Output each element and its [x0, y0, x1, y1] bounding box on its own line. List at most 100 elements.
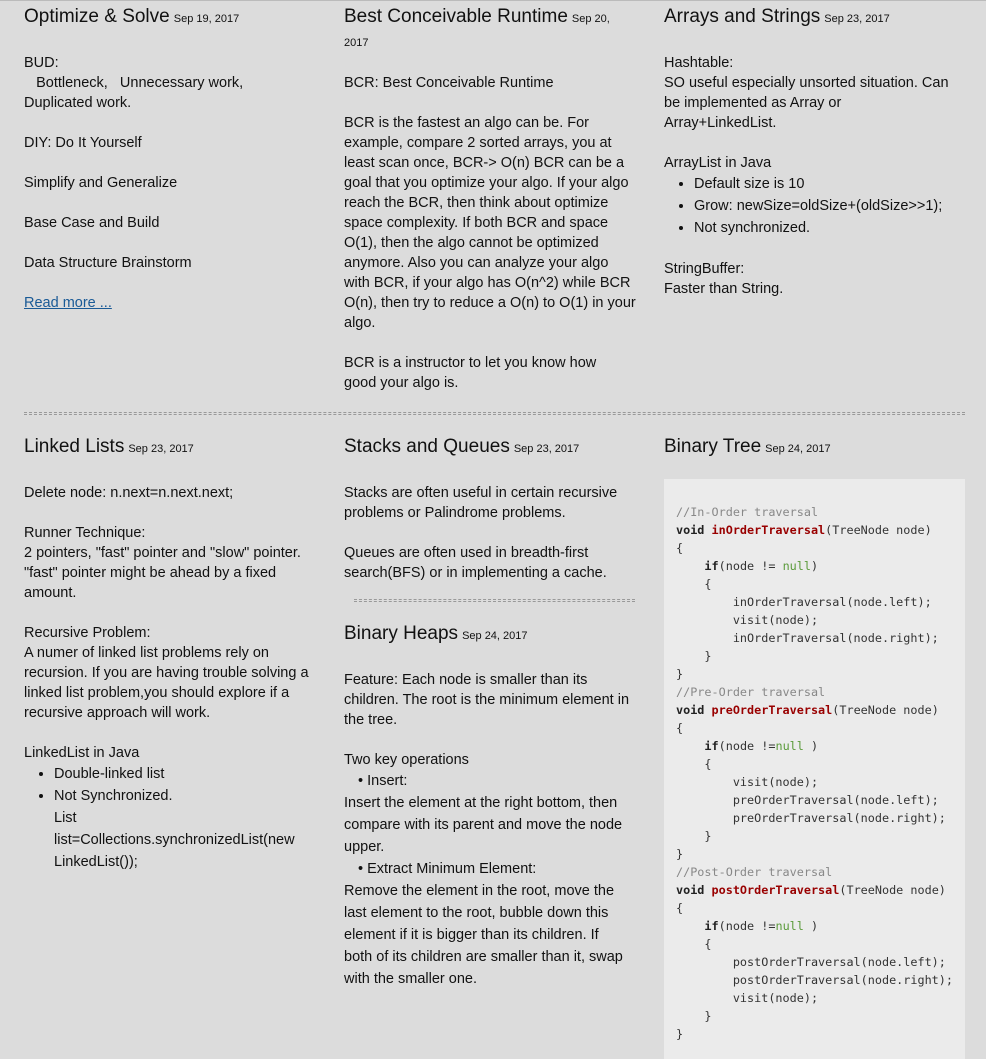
text-line: be implemented as Array or [664, 95, 842, 111]
code-line: postOrderTraversal(node.right); [676, 973, 953, 987]
text-line: anymore. Also you can analyze your algo [344, 255, 609, 271]
post-date: Sep 24, 2017 [765, 443, 831, 455]
post-bcr: Best Conceivable Runtime Sep 20, 2017 BCR… [344, 3, 644, 393]
text: Data Structure Brainstorm [24, 255, 192, 271]
code-line: { [676, 937, 712, 951]
post-title[interactable]: Best Conceivable Runtime Sep 20, [344, 3, 644, 33]
text: Bottleneck, Unnecessary work, [24, 75, 244, 91]
text: DIY: Do It Yourself [24, 135, 142, 151]
post-heaps: Binary Heaps Sep 24, 2017 Feature: Each n… [344, 620, 644, 990]
code-line: void postOrderTraversal(TreeNode node) [676, 883, 946, 897]
text: LinkedList in Java [24, 745, 140, 761]
text-line: children. The root is the minimum elemen… [344, 692, 630, 708]
text: ArrayList in Java [664, 155, 772, 171]
list-item: Not Synchronized. Listlist=Collections.s… [54, 785, 324, 873]
post-date: Sep 23, 2017 [513, 443, 580, 455]
code-line: visit(node); [676, 775, 819, 789]
paragraph: 2 pointers, "fast" pointer and "slow" po… [24, 543, 324, 603]
text-line: Remove the element in the root, move the [344, 883, 615, 899]
text: Faster than String. [664, 281, 784, 297]
post-stacks: Stacks and Queues Sep 23, 2017 Stacks are… [344, 433, 644, 583]
text-line: A numer of linked list problems rely on [24, 645, 269, 661]
paragraph: SO useful especially unsorted situation.… [664, 73, 974, 133]
post-binary-tree: Binary Tree Sep 24, 2017 [664, 433, 964, 463]
text: Recursive Problem: [24, 625, 151, 641]
code-line: if(node != null) [704, 559, 819, 573]
text-line: amount. [24, 585, 77, 601]
text-line: Insert the element at the right bottom, … [344, 795, 618, 811]
paragraph: BCR is the fastest an algo can be. For ex… [344, 113, 644, 333]
text-line: LinkedList()); [54, 854, 138, 870]
divider [354, 599, 635, 602]
post-title[interactable]: Linked Lists Sep 23, 2017 [24, 433, 324, 463]
text-line: "fast" pointer might be ahead by a fixed [24, 565, 277, 581]
paragraph: Stacks are often useful in certain recur… [344, 483, 644, 523]
text: Hashtable: [664, 55, 734, 71]
text-line: BCR is a instructor to let you know how [344, 355, 597, 371]
code-line: postOrderTraversal(node.left); [676, 955, 946, 969]
text-line: Queues are often used in breadth-first [344, 545, 589, 561]
text-line: least scan once, BCR-> O(n) BCR can be a [344, 155, 625, 171]
list-item: Double-linked list [54, 763, 324, 785]
text-line: upper. [344, 839, 385, 855]
text: Base Case and Build [24, 215, 160, 231]
bullet-list: Default size is 10Grow: newSize=oldSize+… [664, 173, 974, 239]
code-line: void inOrderTraversal(TreeNode node) [676, 523, 932, 537]
paragraph: Queues are often used in breadth-first se… [344, 543, 644, 583]
code-line: } [676, 1027, 684, 1041]
code-line: //Post-Order traversal [676, 865, 833, 879]
text-line: recursive approach will work. [24, 705, 211, 721]
paragraph: Feature: Each node is smaller than its ch… [344, 670, 644, 730]
text-line: BCR is the fastest an algo can be. For [344, 115, 590, 131]
list-item: Default size is 10 [694, 173, 974, 195]
post-title[interactable]: Binary Heaps Sep 24, 2017 [344, 620, 644, 650]
list-item: Grow: newSize=oldSize+(oldSize>>1); [694, 195, 974, 217]
post-linked-lists: Linked Lists Sep 23, 2017 Delete node: n.… [24, 433, 324, 873]
post-date: Sep 23, 2017 [128, 443, 194, 455]
post-date: Sep 20, [571, 13, 610, 25]
read-more-link[interactable]: Read more ... [24, 295, 112, 311]
text-line: Array+LinkedList. [664, 115, 777, 131]
post-title[interactable]: Optimize & Solve Sep 19, 2017 [24, 3, 324, 33]
text-line: 2 pointers, "fast" pointer and "slow" po… [24, 545, 301, 561]
divider [24, 412, 965, 415]
post-arrays: Arrays and Strings Sep 23, 2017 Hashtable… [664, 3, 974, 299]
list-item: • Insert: [358, 773, 408, 789]
code-line: //In-Order traversal [676, 505, 819, 519]
post-title[interactable]: Stacks and Queues Sep 23, 2017 [344, 433, 644, 463]
text: Duplicated work. [24, 95, 132, 111]
post-title[interactable]: Binary Tree Sep 24, 2017 [664, 433, 964, 463]
text-line: recursion. If you are having trouble sol… [24, 665, 309, 681]
text-line: problems or Palindrome problems. [344, 505, 566, 521]
list-item: • Extract Minimum Element: [358, 861, 537, 877]
code-note: List list=Collections.synchronizedList(ne… [54, 807, 324, 873]
text-line: Stacks are often useful in certain recur… [344, 485, 618, 501]
code-line: if(node !=null ) [704, 919, 819, 933]
text: StringBuffer: [664, 261, 745, 277]
text-line: the tree. [344, 712, 398, 728]
code-line: } [676, 1009, 712, 1023]
text-line: both of its children are smaller than it… [344, 949, 623, 965]
code-line: } [676, 847, 684, 861]
text: Simplify and Generalize [24, 175, 178, 191]
text: BUD: [24, 55, 59, 71]
text-line: space complexity. If both BCR and space [344, 215, 609, 231]
list-item: Not synchronized. [694, 217, 974, 239]
paragraph: BCR is a instructor to let you know how g… [344, 353, 644, 393]
code-line: { [676, 901, 684, 915]
code-block: //In-Order traversal void inOrderTraversa… [664, 479, 965, 1059]
bullet-list: • Extract Minimum Element: [344, 858, 644, 880]
post-title[interactable]: Arrays and Strings Sep 23, 2017 [664, 3, 974, 33]
text-line: element if it is bigger than its childre… [344, 927, 599, 943]
bullet-list: Double-linked list Not Synchronized. Lis… [24, 763, 324, 873]
text-line: reach the BCR, then think about optimize [344, 195, 609, 211]
text-line: O(1), then the algo cannot be optimized [344, 235, 599, 251]
text-line: last element to the root, bubble down th… [344, 905, 609, 921]
code-line: { [676, 721, 684, 735]
code-line: visit(node); [676, 613, 819, 627]
code-line: //Pre-Order traversal [676, 685, 826, 699]
code-line: inOrderTraversal(node.left); [676, 595, 932, 609]
code-line: { [676, 541, 684, 555]
post-optimize: Optimize & Solve Sep 19, 2017 BUD: Bottle… [24, 3, 324, 313]
text-line: Feature: Each node is smaller than its [344, 672, 588, 688]
